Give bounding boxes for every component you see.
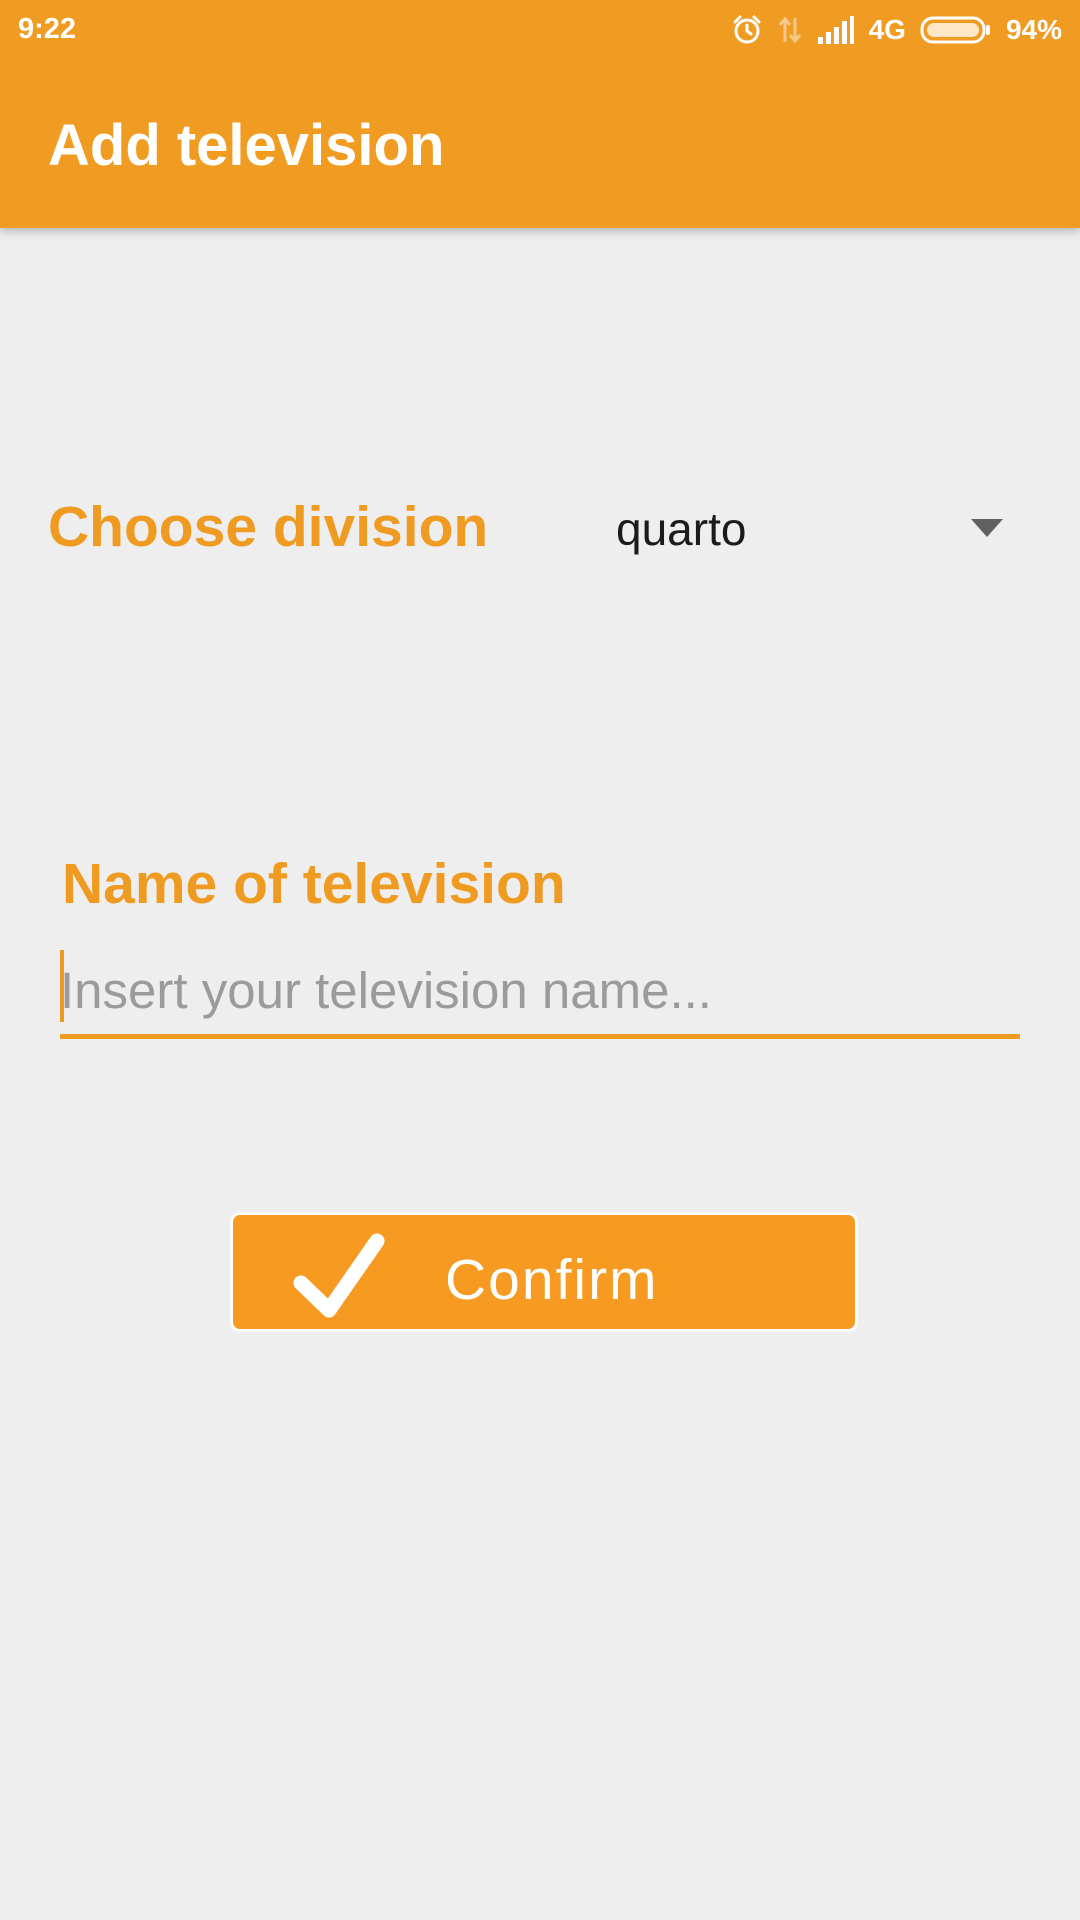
status-icons: 4G 94% [731, 10, 1062, 50]
status-bar: 9:22 4G 94% [0, 0, 1080, 60]
division-selected-value: quarto [616, 503, 747, 555]
checkmark-icon [289, 1225, 389, 1330]
division-dropdown[interactable]: quarto [596, 490, 1026, 570]
division-label: Choose division [48, 495, 489, 559]
alarm-icon [731, 14, 763, 46]
name-label: Name of television [62, 852, 566, 916]
battery-percent: 94% [1005, 14, 1062, 45]
dropdown-arrow-icon [970, 518, 1004, 543]
app-bar: 9:22 4G 94% Add television [0, 0, 1080, 228]
battery-icon [920, 15, 992, 45]
status-time: 9:22 [18, 13, 77, 45]
page-title: Add television [48, 113, 445, 178]
confirm-button[interactable]: Confirm [230, 1212, 858, 1332]
data-transfer-icon [777, 14, 803, 46]
network-type: 4G [868, 14, 906, 45]
television-name-input[interactable] [60, 948, 1020, 1032]
name-input-field [60, 948, 1020, 1039]
signal-icon [817, 15, 855, 45]
confirm-label: Confirm [445, 1248, 659, 1312]
